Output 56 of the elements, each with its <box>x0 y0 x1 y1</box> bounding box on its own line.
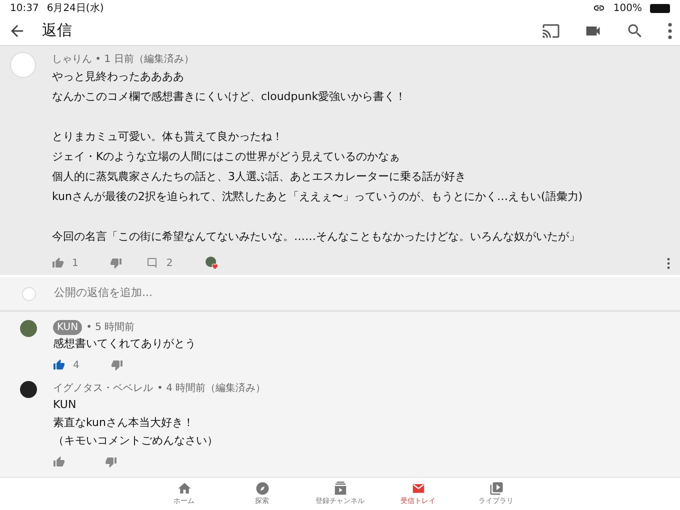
comment-text: kunさんが最後の2択を迫られて、沈黙したあと「ええぇ〜」っていうのが、もうとにかく…えもい(語彙力) <box>52 189 584 205</box>
comment-text: ジェイ・Kのような立場の人間にはこの世界がどう見えているのかなぁ <box>52 149 402 165</box>
search-icon <box>626 22 644 40</box>
dislike-button[interactable] <box>105 456 117 468</box>
dislike-button[interactable] <box>111 359 124 371</box>
library-icon <box>488 481 504 496</box>
more-vertical-icon <box>668 22 672 38</box>
reply-field[interactable]: 公開の返信を追加... <box>0 275 680 312</box>
comment-icon <box>146 257 158 269</box>
thumbs-up-icon <box>52 257 64 269</box>
like-count: 1 <box>72 256 78 270</box>
reply-text: 素直なkunさん本当大好き！ <box>53 415 195 431</box>
comment-text: やっと見終わったああああ <box>52 69 185 85</box>
like-button[interactable] <box>53 456 65 468</box>
comment-text: なんかこのコメ欄で感想書きにくいけど、cloudpunk愛強いから書く！ <box>52 89 408 105</box>
reply-text: （キモいコメントごめんなさい） <box>53 433 219 449</box>
reply-count: 2 <box>166 256 173 270</box>
comment-meta: • 5 時間前 <box>86 320 135 335</box>
comment-text: 今回の名言「この街に希望なんてないみたいな。……そんなこともなかったけどな。いろんな奴がいたが」 <box>52 229 581 245</box>
reply-button[interactable] <box>146 257 158 269</box>
avatar <box>22 286 36 300</box>
cast-button[interactable] <box>542 22 560 40</box>
thumbs-up-icon <box>53 359 65 371</box>
status-time: 10:37 <box>10 2 39 16</box>
author-name: イグノタス・ベベレル <box>53 382 153 396</box>
avatar <box>20 381 37 398</box>
avatar <box>10 52 36 78</box>
like-count: 4 <box>73 358 80 372</box>
owner-badge: KUN <box>53 320 82 335</box>
comment-text: とりまカミュ可愛い。体も貰えて良かったね！ <box>52 129 284 145</box>
like-button[interactable] <box>52 257 64 269</box>
comment-header: しゃりん • 1 日前（編集済み） <box>52 52 195 67</box>
subscriptions-icon <box>332 481 348 496</box>
comment-text: 個人的に蒸気農家さんたちの話と、3人選ぶ話、あとエスカレーターに乗る話が好き <box>52 169 467 185</box>
battery-icon <box>650 4 670 12</box>
reply-text: KUN <box>53 397 78 413</box>
comment-menu-button[interactable] <box>667 258 670 268</box>
avatar <box>20 320 37 337</box>
comment-meta: • 4 時間前（編集済み） <box>157 382 266 396</box>
more-vertical-icon <box>667 258 670 268</box>
thumbs-down-icon <box>111 359 124 371</box>
dislike-button[interactable] <box>110 257 122 269</box>
more-button[interactable] <box>668 22 672 38</box>
thumbs-down-icon <box>105 456 117 468</box>
status-date: 6月24日(水) <box>46 2 104 16</box>
battery-percent: 100% <box>613 2 642 16</box>
reply-input[interactable]: 公開の返信を追加... <box>52 284 658 303</box>
home-icon <box>176 481 192 496</box>
reply-text: 感想書いてくれてありがとう <box>53 336 197 352</box>
like-button[interactable] <box>53 359 65 371</box>
search-button[interactable] <box>626 22 644 40</box>
thumbs-down-icon <box>110 257 122 269</box>
explore-icon <box>254 481 270 496</box>
thumbs-up-icon <box>53 456 65 468</box>
page-title: 返信 <box>42 20 72 42</box>
cast-icon <box>542 22 560 40</box>
